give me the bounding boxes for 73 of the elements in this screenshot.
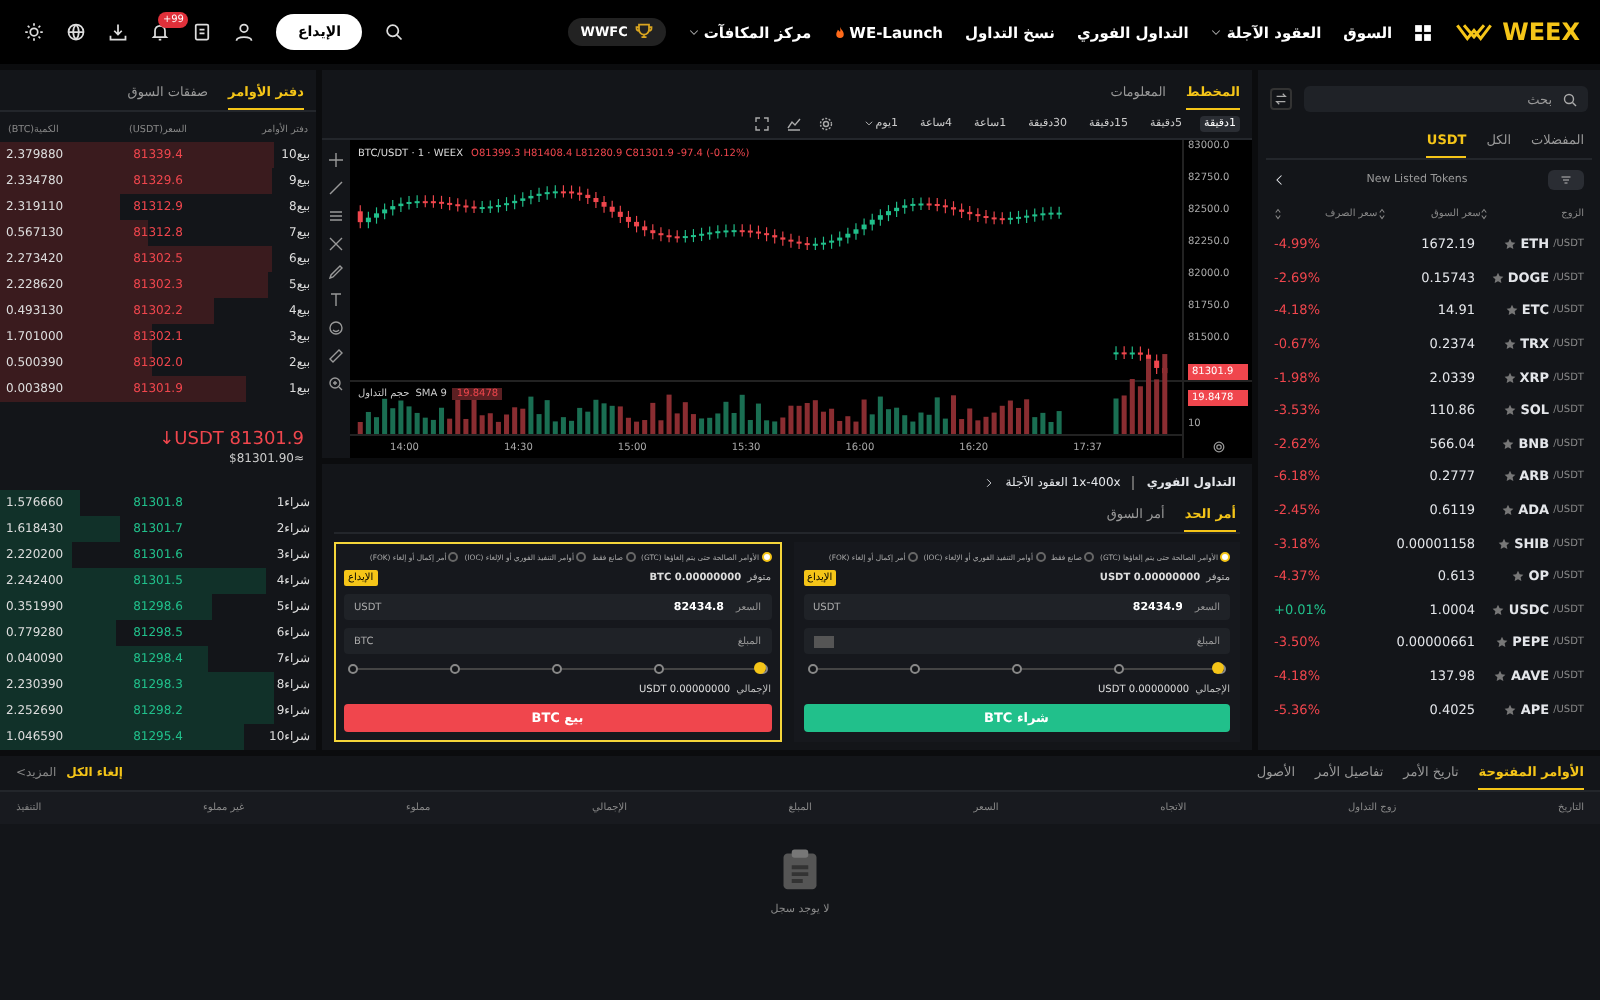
document-icon [192,22,212,42]
star-icon [1502,504,1515,517]
caret-icon [863,118,874,128]
sort-icon [1480,208,1489,220]
star-icon [1502,437,1515,450]
caret-icon [1210,26,1223,38]
parallel-lines-icon [328,208,344,224]
star-icon [1504,238,1517,251]
star-icon [1503,371,1516,384]
amount-slider[interactable] [803,662,1230,676]
star-icon [1498,537,1511,550]
sun-icon [24,22,44,42]
star-icon [1491,271,1504,284]
star-icon [1494,670,1507,683]
star-icon [1503,470,1516,483]
trophy-icon [633,22,654,42]
zoom-icon [328,376,344,392]
notifications-button[interactable] [150,22,170,42]
star-icon [1504,338,1517,351]
account-button[interactable] [234,22,254,42]
text-tool-icon [328,292,344,308]
settings-icon [1211,440,1225,454]
radio-button[interactable] [907,552,918,562]
chevron-left-icon [1274,174,1286,186]
search-icon [1562,91,1578,107]
indicator-icon [785,116,802,132]
radio-button[interactable] [448,552,459,562]
radio-button[interactable] [576,552,586,562]
radio-button[interactable] [1084,552,1095,562]
logo-text: WEEX [1502,18,1580,46]
chevron-right-icon [983,478,994,488]
settings-icon [817,116,834,132]
star-icon [1505,304,1518,317]
flame-icon [833,24,846,40]
bell-icon [150,22,170,42]
indicator-button[interactable] [785,116,802,132]
pen-icon [328,264,344,280]
ruler-icon [328,348,344,364]
radio-button[interactable] [1035,552,1045,562]
sort-icon [1377,208,1386,220]
unit-placeholder [813,635,833,647]
grid-icon [1414,23,1433,41]
cross-lines-icon [328,236,344,252]
logo-icon [1454,20,1495,44]
line-tool-icon [328,180,344,196]
swap-icon [1274,92,1288,106]
bars-icon [1558,174,1574,186]
user-icon [234,22,254,42]
swap-button[interactable] [1270,88,1292,110]
theme-button[interactable] [24,22,44,42]
download-icon [108,22,128,42]
download-button[interactable] [108,22,128,42]
star-icon [1504,703,1517,716]
settings-button[interactable] [817,116,834,132]
star-icon [1496,636,1509,649]
fullscreen-button[interactable] [753,116,770,132]
star-icon [1492,603,1505,616]
search-icon [384,22,405,42]
radio-button[interactable] [625,552,636,562]
crosshair-icon [328,152,344,168]
language-button[interactable] [66,22,86,42]
amount-slider[interactable] [344,662,771,676]
orders-button[interactable] [192,22,212,42]
search-button[interactable] [384,22,405,42]
caret-icon [687,26,700,38]
star-icon [1504,404,1517,417]
globe-icon [66,22,86,42]
smiley-icon [328,320,344,336]
last-price: ↓USDT 81301.9 [159,430,304,450]
fullscreen-icon [753,116,770,132]
sort-icon [1273,208,1282,220]
star-icon [1512,570,1525,583]
filter-chip[interactable] [1548,170,1584,190]
